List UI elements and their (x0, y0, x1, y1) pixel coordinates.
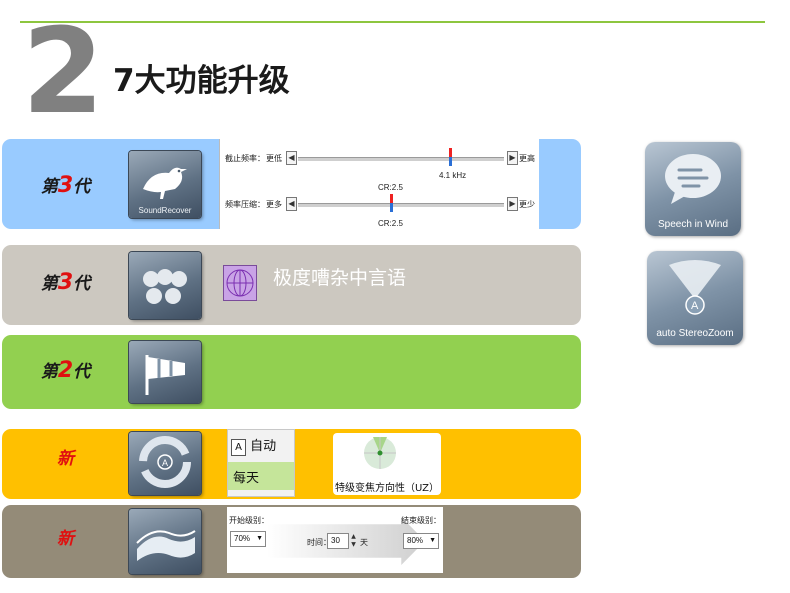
cutoff-value: 4.1 kHz (439, 171, 467, 180)
auto-badge: A (231, 439, 246, 456)
cutoff-slider-track[interactable] (298, 157, 504, 161)
auto-badge: A (691, 300, 699, 312)
soundrecover-settings-panel: 截止频率： 更低 ◀ ▶ 更高 4.1 kHz CR:2.5 频率压缩： 更多 … (219, 139, 539, 229)
feature-row-wind: 第2代 (2, 335, 581, 409)
windsock-icon (129, 341, 201, 403)
ultra-zoom-panel: 特级变焦方向性（UZ） (333, 433, 441, 495)
auto-stereozoom-caption: auto StereoZoom (656, 328, 734, 339)
auto-option[interactable]: A 自动 (231, 435, 277, 456)
auto-stereozoom-tile: A auto StereoZoom (647, 251, 743, 345)
multi-speaker-icon (129, 252, 201, 319)
auto-program-icon: A (129, 432, 201, 495)
feature-row-auto-zoom: 新 A A 自动 每天 特级变焦方向性（UZ） (2, 429, 581, 499)
feature-row-soundrecover: 第3代 SoundRecover 截止频率： 更低 ◀ ▶ 更高 4.1 kHz… (2, 139, 581, 229)
chevron-down-icon: ▼ (256, 535, 263, 542)
generation-label: 第3代 (40, 173, 91, 198)
feature-row-speech-in-loud-noise: 第3代 极度嘈杂中言语 (2, 245, 581, 325)
cutoff-higher-label: 更高 (519, 154, 535, 163)
time-stepper[interactable]: ▲ ▼ (350, 533, 357, 549)
compression-increase-button[interactable]: ▶ (507, 197, 518, 211)
generation-label: 第3代 (40, 270, 91, 295)
speech-in-wind-caption: Speech in Wind (657, 219, 729, 230)
compression-more-label: 更多 (266, 200, 282, 209)
cutoff-frequency-label: 截止频率： (225, 154, 265, 163)
speech-in-wind-tile: Speech in Wind (645, 142, 741, 236)
ultra-zoom-label: 特级变焦方向性（UZ） (335, 483, 439, 494)
section-title: 7大功能升级 (113, 63, 290, 99)
adaptation-panel: 开始级别： 70% ▼ 时间： 30 ▲ ▼ 天 结束级别： 80% ▼ (227, 507, 443, 573)
end-level-label: 结束级别： (401, 516, 441, 525)
compression-value-bottom: CR:2.5 (378, 219, 403, 227)
feature-row-gain-adaptation: 新 开始级别： 70% ▼ 时间： 30 ▲ ▼ 天 结束级别： 80% ▼ (2, 505, 581, 578)
compression-less-label: 更少 (519, 200, 535, 209)
compression-decrease-button[interactable]: ◀ (286, 197, 297, 211)
start-level-label: 开始级别： (229, 516, 269, 525)
speech-in-loud-noise-label: 极度嘈杂中言语 (273, 267, 407, 289)
daily-label: 每天 (233, 471, 260, 486)
end-level-select[interactable]: 80% ▼ (403, 533, 439, 549)
section-number: 2 (22, 2, 104, 140)
header-divider-line (20, 21, 765, 23)
time-unit-label: 天 (360, 538, 368, 547)
generation-label-new: 新 (57, 449, 74, 469)
soundrecover-icon: SoundRecover (129, 151, 201, 218)
directional-beam-icon (223, 265, 257, 301)
ultra-zoom-diagram-icon (364, 437, 396, 469)
compression-value-top: CR:2.5 (378, 183, 403, 192)
svg-text:A: A (162, 458, 168, 468)
auto-label: 自动 (250, 439, 277, 454)
daily-option[interactable]: 每天 (228, 462, 294, 490)
auto-daily-panel: A 自动 每天 (227, 429, 295, 497)
stereozoom-beam-icon: A (669, 260, 721, 315)
adaptation-curve-icon (129, 509, 201, 574)
start-level-select[interactable]: 70% ▼ (230, 531, 266, 547)
compression-slider-track[interactable] (298, 203, 504, 207)
compression-slider-thumb[interactable] (390, 194, 393, 212)
generation-label: 第2代 (40, 358, 91, 383)
generation-label-new: 新 (57, 529, 74, 549)
compression-ratio-label: 频率压缩： (225, 200, 265, 209)
soundrecover-caption: SoundRecover (138, 206, 192, 215)
chevron-down-icon: ▼ (429, 537, 436, 544)
speech-bubble-wind-icon (665, 154, 721, 204)
cutoff-slider-thumb[interactable] (449, 148, 452, 166)
time-input[interactable]: 30 (327, 533, 349, 549)
cutoff-increase-button[interactable]: ▶ (507, 151, 518, 165)
cutoff-decrease-button[interactable]: ◀ (286, 151, 297, 165)
cutoff-lower-label: 更低 (266, 154, 282, 163)
